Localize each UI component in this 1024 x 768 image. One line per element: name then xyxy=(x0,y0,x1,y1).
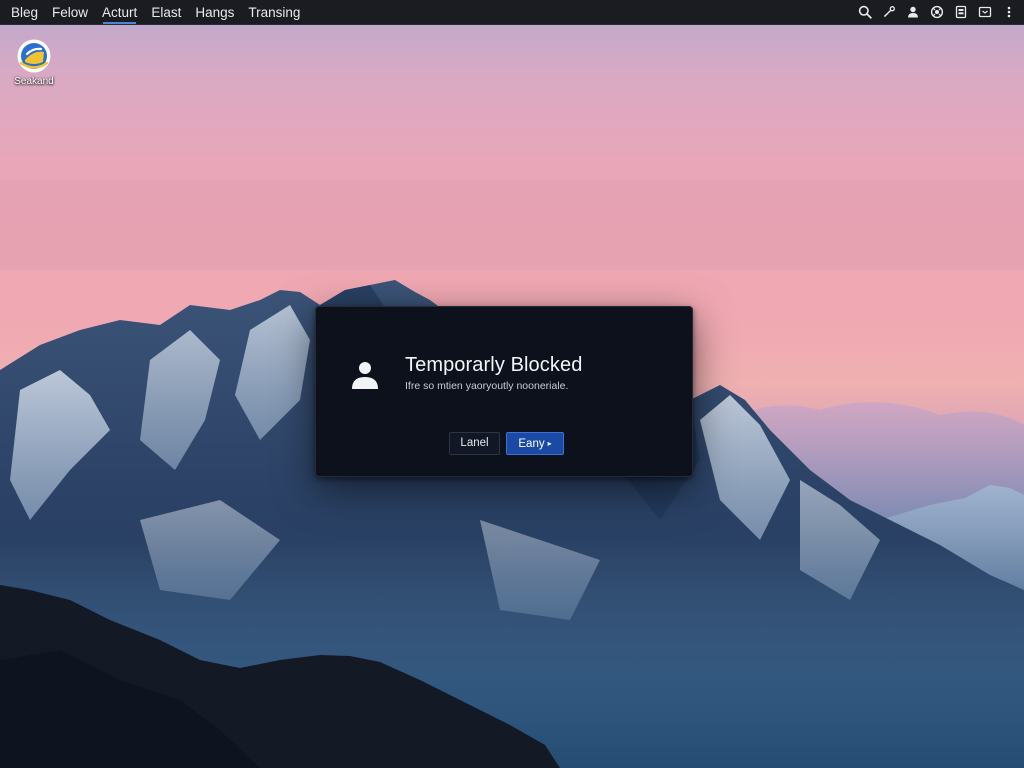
search-icon[interactable] xyxy=(858,5,872,19)
menu-item-acturt[interactable]: Acturt xyxy=(95,0,144,25)
dialog-message: Ifre so mtien yaoryoutly nooneriale. xyxy=(405,380,569,392)
user-icon xyxy=(352,362,378,389)
cancel-button-label: Lanel xyxy=(460,437,489,449)
app-icon xyxy=(17,39,51,73)
chevron-right-icon: ▸ xyxy=(547,439,552,448)
desktop-icon-seakand[interactable]: Seakand xyxy=(8,38,60,87)
menu-items: Bleg Felow Acturt Elast Hangs Transing xyxy=(0,0,307,25)
display-icon[interactable] xyxy=(978,5,992,19)
more-vertical-icon[interactable] xyxy=(1002,5,1016,19)
menu-item-bleg[interactable]: Bleg xyxy=(4,0,45,25)
network-icon[interactable] xyxy=(930,5,944,19)
menu-item-transing[interactable]: Transing xyxy=(241,0,307,25)
desktop-icon-label: Seakand xyxy=(14,76,54,87)
cancel-button[interactable]: Lanel xyxy=(449,432,500,455)
settings-edit-icon[interactable] xyxy=(882,5,896,19)
confirm-button-label: Eany xyxy=(518,438,545,450)
menu-item-hangs[interactable]: Hangs xyxy=(188,0,241,25)
battery-icon[interactable] xyxy=(954,5,968,19)
blocked-dialog: Temporarly Blocked Ifre so mtien yaoryou… xyxy=(315,306,693,477)
menu-item-elast[interactable]: Elast xyxy=(144,0,188,25)
desktop: Bleg Felow Acturt Elast Hangs Transing S… xyxy=(0,0,1024,768)
dialog-title: Temporarly Blocked xyxy=(405,354,583,376)
menubar: Bleg Felow Acturt Elast Hangs Transing xyxy=(0,0,1024,25)
confirm-button[interactable]: Eany ▸ xyxy=(506,432,564,455)
user-icon[interactable] xyxy=(906,5,920,19)
dialog-buttons: Lanel Eany ▸ xyxy=(449,432,564,455)
system-tray xyxy=(858,0,1024,25)
menu-item-felow[interactable]: Felow xyxy=(45,0,95,25)
